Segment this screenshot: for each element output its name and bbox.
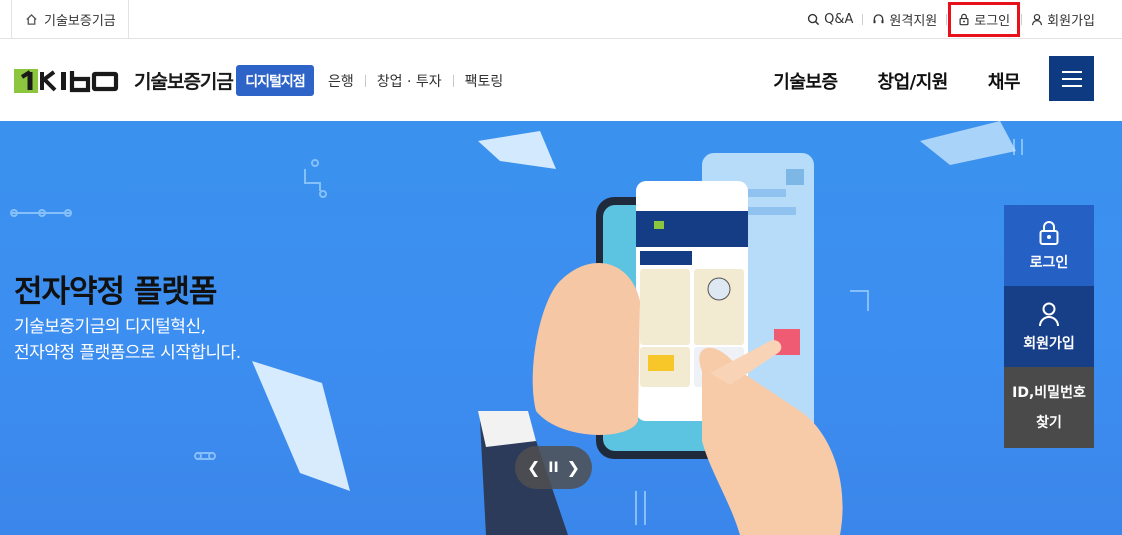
lock-icon bbox=[959, 13, 969, 26]
home-link[interactable]: 기술보증기금 bbox=[11, 0, 129, 39]
divider bbox=[946, 14, 948, 25]
hero-description: 기술보증기금의 디지털혁신, 전자약정 플랫폼으로 시작합니다. bbox=[14, 314, 241, 366]
user-icon bbox=[1039, 302, 1059, 326]
sub-nav: 은행 창업 · 투자 팩토링 bbox=[328, 65, 503, 96]
site-logo[interactable]: 기술보증기금 bbox=[14, 67, 234, 94]
slider-controls: ❮ II ❯ bbox=[515, 446, 592, 489]
quick-login-button[interactable]: 로그인 bbox=[1004, 205, 1094, 286]
quick-join-button[interactable]: 회원가입 bbox=[1004, 286, 1094, 367]
home-icon bbox=[26, 13, 37, 25]
remote-support-link[interactable]: 원격지원 bbox=[872, 10, 937, 29]
quick-login-label: 로그인 bbox=[1029, 254, 1069, 271]
utility-links: Q&A 원격지원 로그인 회원가입 bbox=[807, 0, 1095, 39]
hero-banner: 전자약정 플랫폼 기술보증기금의 디지털혁신, 전자약정 플랫폼으로 시작합니다… bbox=[0, 121, 1122, 535]
subnav-startup-invest[interactable]: 창업 · 투자 bbox=[377, 71, 442, 91]
hero-desc-line: 기술보증기금의 디지털혁신, bbox=[14, 317, 206, 337]
headset-icon bbox=[873, 14, 884, 24]
kibo-logo-icon bbox=[14, 68, 119, 93]
join-link[interactable]: 회원가입 bbox=[1031, 10, 1095, 29]
hero-title: 전자약정 플랫폼 bbox=[14, 274, 217, 310]
phone-illustration bbox=[478, 153, 843, 535]
user-icon bbox=[1032, 13, 1043, 26]
divider bbox=[862, 14, 864, 25]
qna-label: Q&A bbox=[824, 12, 854, 27]
find-account-line: ID,비밀번호 bbox=[1012, 384, 1086, 401]
nav-startup-support[interactable]: 창업/지원 bbox=[878, 68, 949, 94]
subnav-bank[interactable]: 은행 bbox=[328, 71, 354, 91]
login-label: 로그인 bbox=[974, 14, 1011, 29]
nav-debt[interactable]: 채무 bbox=[988, 68, 1021, 94]
nav-tech-guarantee[interactable]: 기술보증 bbox=[773, 68, 838, 94]
site-header: 기술보증기금 디지털지점 은행 창업 · 투자 팩토링 기술보증 창업/지원 채… bbox=[0, 39, 1122, 121]
search-icon bbox=[808, 13, 820, 26]
login-link[interactable]: 로그인 bbox=[948, 2, 1021, 37]
hamburger-line bbox=[1061, 84, 1082, 87]
next-slide-button[interactable]: ❯ bbox=[567, 458, 580, 477]
hero-desc-line: 전자약정 플랫폼으로 시작합니다. bbox=[14, 343, 241, 363]
digital-branch-button[interactable]: 디지털지점 bbox=[236, 65, 314, 96]
quick-join-label: 회원가입 bbox=[1023, 335, 1075, 352]
divider bbox=[1021, 14, 1023, 25]
lock-icon bbox=[1039, 220, 1059, 245]
home-label: 기술보증기금 bbox=[44, 14, 116, 29]
main-nav: 기술보증 창업/지원 채무 bbox=[773, 61, 1020, 101]
logo-name: 기술보증기금 bbox=[134, 71, 234, 93]
pause-slide-button[interactable]: II bbox=[548, 460, 558, 476]
quick-menu: 로그인 회원가입 ID,비밀번호 찾기 bbox=[1004, 205, 1094, 448]
prev-slide-button[interactable]: ❮ bbox=[527, 458, 540, 477]
find-account-line: 찾기 bbox=[1036, 414, 1062, 431]
hamburger-line bbox=[1061, 77, 1082, 80]
divider bbox=[452, 74, 454, 87]
menu-button[interactable] bbox=[1049, 56, 1094, 101]
quick-find-account-button[interactable]: ID,비밀번호 찾기 bbox=[1004, 367, 1094, 448]
divider bbox=[364, 74, 366, 87]
hamburger-line bbox=[1061, 70, 1082, 73]
utility-bar: 기술보증기금 Q&A 원격지원 로그인 회원가입 bbox=[0, 0, 1122, 39]
join-label: 회원가입 bbox=[1047, 14, 1095, 29]
subnav-factoring[interactable]: 팩토링 bbox=[465, 71, 504, 91]
remote-support-label: 원격지원 bbox=[889, 14, 938, 29]
qna-link[interactable]: Q&A bbox=[807, 12, 853, 27]
